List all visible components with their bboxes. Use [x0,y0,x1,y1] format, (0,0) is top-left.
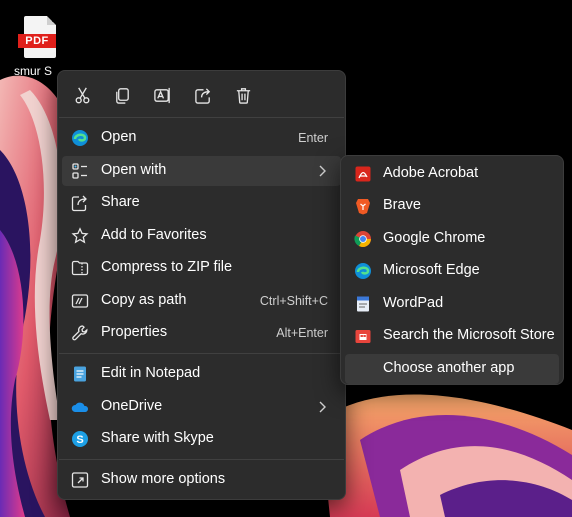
rename-button[interactable] [148,81,176,109]
notepad-icon [71,365,89,383]
menu-item-label: Show more options [101,471,226,487]
context-menu: Open Enter Open with Share Add to Favori… [57,70,346,500]
menu-item-label: Compress to ZIP file [101,259,233,275]
acrobat-icon [354,165,372,183]
menu-divider [59,117,344,118]
menu-item-label: Share with Skype [101,430,214,446]
menu-item-share[interactable]: Share [62,188,341,218]
menu-item-label: Open [101,129,137,145]
submenu-item-wordpad[interactable]: WordPad [345,289,559,319]
submenu-item-label: Adobe Acrobat [383,165,479,181]
edge-icon [354,262,372,280]
svg-text:S: S [76,434,83,446]
submenu-item-label: Brave [383,197,421,213]
brave-icon [354,197,372,215]
menu-item-open[interactable]: Open Enter [62,123,341,153]
delete-icon [236,87,250,104]
submenu-item-search-store[interactable]: Search the Microsoft Store [345,321,559,351]
open-with-icon [71,162,89,180]
chevron-right-icon [319,401,326,413]
share-button[interactable] [189,81,217,109]
menu-item-share-with-skype[interactable]: S Share with Skype [62,424,341,454]
share-icon [71,194,89,212]
menu-item-label: Share [101,194,140,210]
delete-button[interactable] [229,81,257,109]
edge-icon [71,129,89,147]
submenu-item-label: Microsoft Edge [383,262,480,278]
more-options-icon [71,471,89,489]
copy-icon [115,87,129,104]
menu-item-properties[interactable]: Properties Alt+Enter [62,318,341,348]
menu-item-label: Edit in Notepad [101,365,201,381]
microsoft-store-icon [354,327,372,345]
submenu-item-label: Choose another app [383,360,515,376]
submenu-item-label: Search the Microsoft Store [383,327,555,343]
share-icon [194,87,210,104]
submenu-item-label: WordPad [383,295,444,311]
wrench-icon [71,324,89,342]
submenu-item-adobe-acrobat[interactable]: Adobe Acrobat [345,159,559,189]
menu-divider [59,353,344,354]
pdf-badge: PDF [18,34,56,48]
shortcut-text: Ctrl+Shift+C [259,294,328,308]
menu-item-label: Add to Favorites [101,227,207,243]
submenu-item-brave[interactable]: Brave [345,191,559,221]
shortcut-text: Enter [298,131,328,145]
context-toolbar [58,71,345,117]
menu-item-onedrive[interactable]: OneDrive [62,392,341,422]
star-icon [71,227,89,245]
skype-icon: S [71,430,89,448]
menu-item-label: OneDrive [101,398,163,414]
menu-item-add-to-favorites[interactable]: Add to Favorites [62,221,341,251]
zip-folder-icon [71,259,89,277]
menu-item-label: Copy as path [101,292,187,308]
menu-item-label: Properties [101,324,168,340]
rename-icon [153,87,170,103]
chevron-right-icon [319,165,326,177]
onedrive-cloud-icon [71,398,89,416]
submenu-item-choose-another-app[interactable]: Choose another app [345,354,559,384]
submenu-item-google-chrome[interactable]: Google Chrome [345,224,559,254]
menu-item-show-more-options[interactable]: Show more options [62,465,341,495]
menu-item-copy-as-path[interactable]: Copy as path Ctrl+Shift+C [62,286,341,316]
copy-button[interactable] [108,81,136,109]
chrome-icon [354,230,372,248]
menu-item-compress-zip[interactable]: Compress to ZIP file [62,253,341,283]
cut-icon [75,87,89,103]
copy-path-icon [71,292,89,310]
cut-button[interactable] [68,81,96,109]
shortcut-text: Alt+Enter [276,326,328,340]
menu-item-open-with[interactable]: Open with [62,156,341,186]
menu-item-label: Open with [101,162,167,178]
menu-item-edit-in-notepad[interactable]: Edit in Notepad [62,359,341,389]
wordpad-icon [354,295,372,313]
open-with-submenu: Adobe Acrobat Brave Google Chrome Micros… [340,155,564,385]
submenu-item-label: Google Chrome [383,230,486,246]
submenu-item-microsoft-edge[interactable]: Microsoft Edge [345,256,559,286]
menu-divider [59,459,344,460]
